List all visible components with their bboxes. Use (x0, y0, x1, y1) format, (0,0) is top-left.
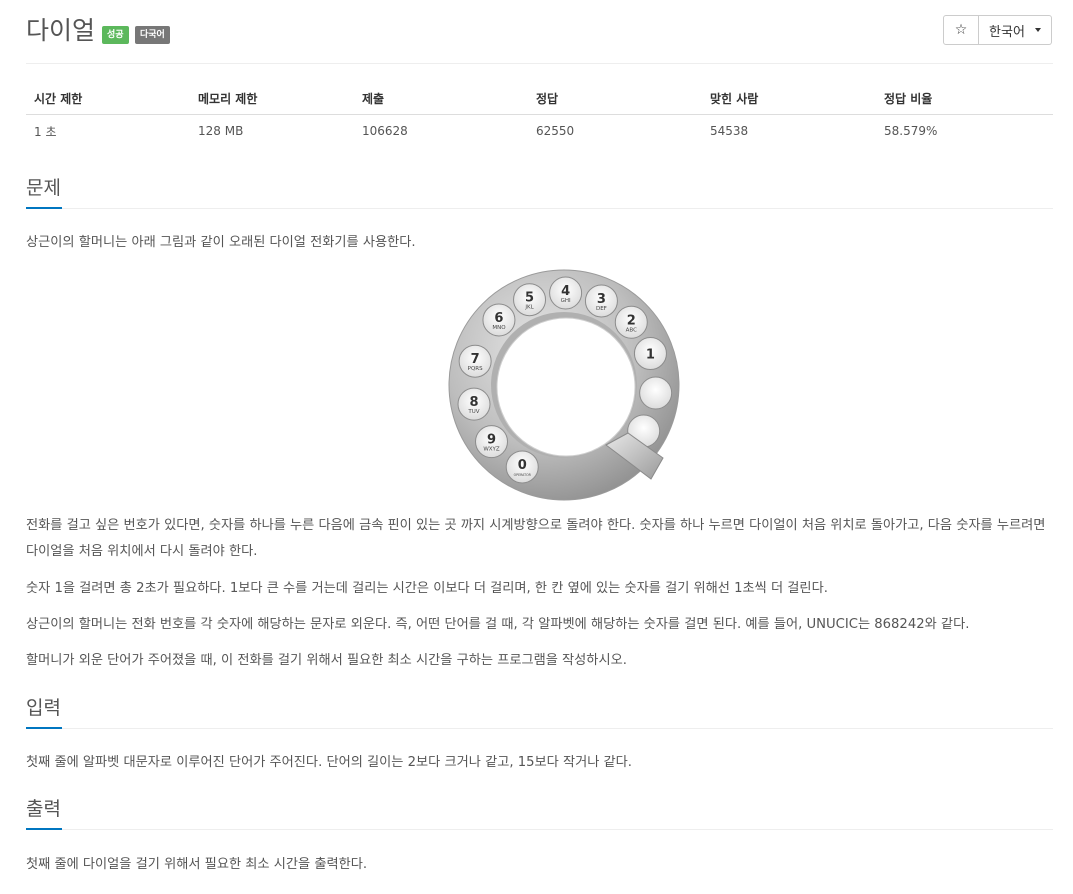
output-section-header: 출력 (26, 796, 1053, 830)
input-section-header: 입력 (26, 695, 1053, 729)
problem-intro: 상근이의 할머니는 아래 그림과 같이 오래된 다이얼 전화기를 사용한다. (26, 235, 416, 250)
dial-digit-0: 0 (518, 458, 527, 473)
header-submissions: 제출 (362, 91, 385, 106)
solved-users-value: 54538 (710, 124, 749, 138)
status-badge-multilang[interactable]: 다국어 (135, 26, 170, 44)
time-limit-value: 1 초 (34, 124, 57, 139)
header-solved-users: 맞힌 사람 (710, 91, 759, 106)
dial-letters-9: WXYZ (483, 447, 500, 453)
problem-paragraph-2: 숫자 1을 걸려면 총 2초가 필요하다. 1보다 큰 수를 거는데 걸리는 시… (26, 581, 828, 596)
dial-letters-2: ABC (626, 327, 637, 333)
dial-digit-3: 3 (597, 292, 606, 307)
dial-digit-5: 5 (525, 291, 534, 306)
language-dropdown[interactable]: 한국어 (979, 15, 1052, 45)
dial-hole-empty (639, 376, 673, 410)
table-row: 1 초 128 MB 106628 62550 54538 58.579% (26, 115, 1053, 147)
memory-limit-value: 128 MB (198, 124, 244, 138)
input-heading: 입력 (26, 697, 61, 719)
dial-letters-5: JKL (524, 305, 534, 311)
dial-digit-2: 2 (627, 313, 636, 328)
dial-letters-0: OPERATOR (514, 473, 532, 477)
dial-letters-3: DEF (596, 306, 607, 312)
header-memory-limit: 메모리 제한 (198, 91, 258, 106)
problem-section-header: 문제 (26, 175, 1053, 209)
language-label: 한국어 (989, 24, 1025, 40)
dial-letters-6: MNO (492, 325, 506, 331)
dial-letters-7: PQRS (468, 366, 483, 372)
status-badge-success[interactable]: 성공 (102, 26, 129, 44)
dial-digit-7: 7 (471, 352, 480, 367)
dial-digit-6: 6 (494, 311, 503, 326)
dial-digit-9: 9 (487, 433, 496, 448)
problem-heading: 문제 (26, 177, 61, 199)
submissions-value: 106628 (362, 124, 408, 138)
dial-letters-4: GHI (561, 298, 571, 304)
rotary-dial-image: 1 2ABC 3DEF 4GHI 5JKL 6MNO 7PQRS 8TUV 9WXYZ 0OPER… (448, 269, 680, 501)
dial-letters-8: TUV (467, 409, 479, 415)
heading-underline (26, 207, 62, 209)
page-title: 다이얼 (26, 16, 96, 45)
accept-rate-value: 58.579% (884, 124, 938, 138)
problem-paragraph-4: 할머니가 외운 단어가 주어졌을 때, 이 전화를 걸기 위해서 필요한 최소 … (26, 653, 627, 668)
heading-underline (26, 727, 62, 729)
star-icon: ☆ (954, 22, 968, 38)
output-description: 첫째 줄에 다이얼을 걸기 위해서 필요한 최소 시간을 출력한다. (26, 857, 368, 872)
caret-down-icon (1034, 28, 1041, 32)
divider (26, 63, 1053, 64)
dial-digit-4: 4 (561, 284, 570, 299)
input-description: 첫째 줄에 알파벳 대문자로 이루어진 단어가 주어진다. 단어의 길이는 2보… (26, 755, 632, 770)
problem-info-table: 시간 제한 메모리 제한 제출 정답 맞힌 사람 정답 비율 1 초 128 M… (26, 82, 1053, 147)
heading-underline (26, 828, 62, 830)
title-row: 다이얼 성공 다국어 ☆ 한국어 (26, 14, 1053, 50)
favorite-button[interactable]: ☆ (943, 15, 979, 45)
problem-paragraph-1: 전화를 걸고 싶은 번호가 있다면, 숫자를 하나를 누른 다음에 금속 핀이 … (26, 518, 1046, 559)
table-header-row: 시간 제한 메모리 제한 제출 정답 맞힌 사람 정답 비율 (26, 82, 1053, 115)
dial-digit-8: 8 (469, 395, 478, 410)
dial-digit-1: 1 (646, 348, 655, 363)
header-accept-rate: 정답 비율 (884, 91, 933, 106)
accepted-value: 62550 (536, 124, 575, 138)
header-accepted: 정답 (536, 91, 559, 106)
dial-center (496, 317, 636, 457)
problem-paragraph-3: 상근이의 할머니는 전화 번호를 각 숫자에 해당하는 문자로 외운다. 즉, … (26, 617, 970, 632)
header-time-limit: 시간 제한 (34, 91, 83, 106)
header-button-group: ☆ 한국어 (943, 15, 1052, 45)
output-heading: 출력 (26, 798, 61, 820)
